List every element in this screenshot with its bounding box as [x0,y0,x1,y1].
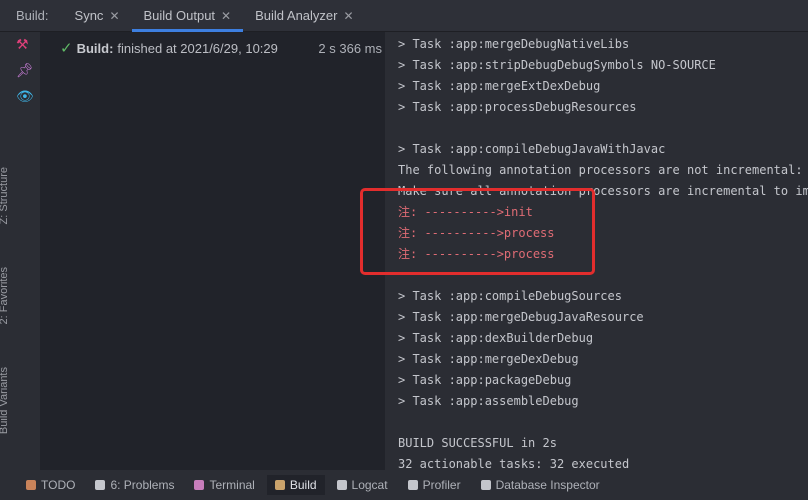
build-tab-bar: Build: Sync ✕ Build Output ✕ Build Analyze… [0,0,808,32]
database-icon [480,480,491,490]
console-line: > Task :app:packageDebug [398,373,572,387]
tool-window-terminal[interactable]: Terminal [186,475,262,495]
build-tree: ✓ Build: finished at 2021/6/29, 10:29 2 … [40,32,385,470]
favorites-tab[interactable]: 2: Favorites [0,267,10,324]
build-title: Build: [76,40,114,56]
tab-sync[interactable]: Sync ✕ [63,0,132,32]
console-line: > Task :app:stripDebugDebugSymbols NO-SO… [398,58,716,72]
console-line: > Task :app:compileDebugJavaWithJavac [398,142,666,156]
tool-window-label: 6: Problems [110,478,175,492]
highlight-box [360,188,595,275]
structure-tab[interactable]: Z: Structure [0,167,10,224]
build-variants-tab[interactable]: Build Variants [0,367,10,434]
console-line: > Task :app:compileDebugSources [398,289,622,303]
tool-window-label: TODO [41,478,76,492]
profiler-icon [407,480,418,490]
console-line: > Task :app:assembleDebug [398,394,579,408]
console-line: > Task :app:processDebugResources [398,100,637,114]
close-icon[interactable]: ✕ [344,9,354,23]
tool-window-label: Profiler [422,478,461,492]
close-icon[interactable]: ✕ [221,9,231,23]
logcat-icon [336,480,347,490]
bottom-tool-bar: TODO 6: Problems Terminal Build Logcat Profil… [0,470,808,500]
console-line: > Task :app:dexBuilderDebug [398,331,594,345]
pin-icon[interactable]: 📌︎ [16,62,34,79]
build-status-text: finished at 2021/6/29, 10:29 [117,40,278,56]
todo-icon [26,480,36,490]
tab-build-output[interactable]: Build Output ✕ [131,0,244,32]
tool-window-database-inspector[interactable]: Database Inspector [473,475,608,495]
tool-window-profiler[interactable]: Profiler [400,475,469,495]
console-line: BUILD SUCCESSFUL in 2s [398,436,557,450]
left-tool-strip: ⚒ 📌︎ 👁︎ Z: Structure 2: Favorites Build … [0,32,40,470]
console-line: > Task :app:mergeExtDexDebug [398,79,601,93]
eye-icon[interactable]: 👁︎ [16,88,34,105]
tool-window-label: Logcat [351,478,388,492]
tab-label: Sync [74,8,104,23]
tab-label: Build Output [143,8,216,23]
build-label: Build: [16,8,49,23]
console-line: The following annotation processors are … [398,163,808,177]
close-icon[interactable]: ✕ [109,9,119,23]
tab-label: Build Analyzer [255,8,338,23]
console-line: > Task :app:mergeDebugJavaResource [398,310,644,324]
tool-window-problems[interactable]: 6: Problems [87,475,182,495]
tool-window-label: Database Inspector [495,478,600,492]
warning-icon [95,480,106,490]
terminal-icon [194,480,205,490]
build-icon [274,480,285,490]
build-duration: 2 s 366 ms [318,40,382,56]
hammer-icon[interactable]: ⚒ [16,36,29,53]
console-line: > Task :app:mergeDebugNativeLibs [398,37,630,51]
build-tree-root[interactable]: ✓ Build: finished at 2021/6/29, 10:29 2 … [60,39,385,57]
tool-window-label: Build [289,478,317,492]
tool-window-todo[interactable]: TODO [18,475,83,495]
console-line: 32 actionable tasks: 32 executed [398,457,630,470]
tool-window-build[interactable]: Build [266,475,325,495]
tool-window-logcat[interactable]: Logcat [329,475,396,495]
tool-window-label: Terminal [209,478,255,492]
console-line: > Task :app:mergeDexDebug [398,352,579,366]
check-circle-icon: ✓ [60,40,73,57]
tab-build-analyzer[interactable]: Build Analyzer ✕ [243,0,365,32]
